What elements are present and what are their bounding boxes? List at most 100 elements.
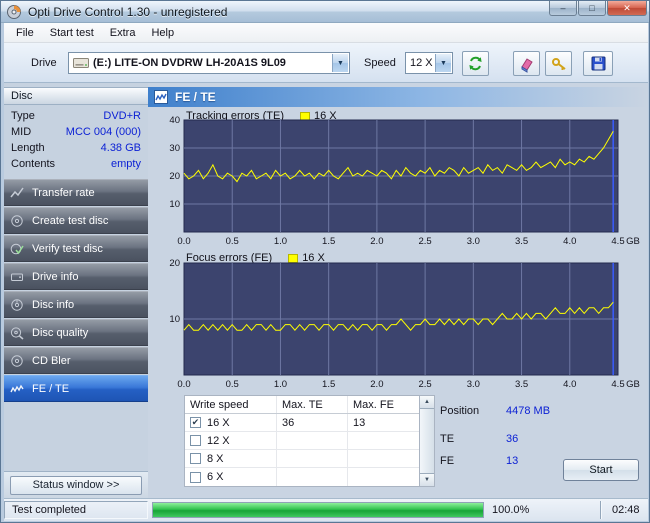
sidebar-item-disc-info[interactable]: Disc info — [4, 291, 148, 318]
svg-text:0.0: 0.0 — [177, 379, 190, 390]
speed-cell: 8 X — [207, 452, 224, 465]
refresh-button[interactable] — [462, 51, 489, 76]
erase-disc-button[interactable] — [513, 51, 540, 76]
drive-info-icon — [11, 273, 23, 281]
menu-item-start-test[interactable]: Start test — [42, 24, 102, 42]
sidebar-footer: Status window >> — [4, 471, 148, 498]
svg-text:1.0: 1.0 — [274, 236, 287, 247]
drive-icon — [73, 58, 89, 68]
titlebar[interactable]: Opti Drive Control 1.30 - unregistered –… — [1, 1, 649, 23]
table-scrollbar[interactable]: ▲ ▼ — [420, 395, 435, 487]
disc-field-value: 4.38 GB — [100, 142, 141, 154]
position-label: Position — [440, 405, 480, 417]
sidebar-item-label: Create test disc — [32, 214, 109, 227]
fe-te-icon — [10, 384, 24, 392]
save-icon — [591, 56, 605, 71]
start-button[interactable]: Start — [563, 459, 639, 481]
chevron-down-icon[interactable]: ▼ — [332, 54, 348, 72]
svg-text:0.0: 0.0 — [177, 236, 190, 247]
menubar: File Start test Extra Help — [4, 23, 648, 43]
svg-text:3.5: 3.5 — [515, 379, 528, 390]
status-window-button[interactable]: Status window >> — [10, 475, 142, 495]
close-button[interactable]: ✕ — [607, 1, 647, 16]
table-header-row: Write speed Max. TE Max. FE — [185, 396, 419, 414]
disc-field-label: Type — [11, 110, 35, 122]
minimize-button[interactable]: – — [549, 1, 577, 16]
sidebar-item-verify-test-disc[interactable]: Verify test disc — [4, 235, 148, 262]
register-button[interactable] — [545, 51, 572, 76]
disc-field-value: DVD+R — [103, 110, 141, 122]
chevron-down-icon[interactable]: ▼ — [435, 54, 451, 72]
menu-item-extra[interactable]: Extra — [102, 24, 144, 42]
checkbox-16x[interactable]: ✔ — [190, 417, 201, 428]
svg-text:1.0: 1.0 — [274, 379, 287, 390]
disc-field-value: MCC 004 (000) — [65, 126, 141, 138]
fe-label: FE — [440, 455, 455, 467]
disc-field-contents: Contents empty — [4, 156, 148, 172]
position-row: Position 4478 MB — [440, 405, 550, 417]
checkbox-8x[interactable] — [190, 453, 201, 464]
progress-percent: 100.0% — [492, 504, 530, 516]
disc-field-type: Type DVD+R — [4, 108, 148, 124]
checkbox-12x[interactable] — [190, 435, 201, 446]
sidebar-item-drive-info[interactable]: Drive info — [4, 263, 148, 290]
checkbox-6x[interactable] — [190, 471, 201, 483]
scroll-down-icon[interactable]: ▼ — [420, 473, 434, 486]
speed-select[interactable]: 12 X ▼ — [405, 52, 453, 74]
sidebar-item-cd-bler[interactable]: CD Bler — [4, 347, 148, 374]
max-fe-cell: 13 — [353, 416, 366, 429]
menu-item-file[interactable]: File — [8, 24, 42, 42]
speed-cell: 6 X — [207, 471, 224, 483]
sidebar-item-label: Transfer rate — [32, 186, 95, 199]
main-panel: FE / TE Tracking errors (TE) 16 X 10 20 30… — [148, 83, 648, 498]
scrollbar-thumb[interactable] — [420, 409, 434, 473]
svg-text:4.0: 4.0 — [563, 379, 576, 390]
window-title: Opti Drive Control 1.30 - unregistered — [28, 4, 228, 19]
svg-text:GB: GB — [626, 236, 640, 247]
disc-field-label: MID — [11, 126, 32, 138]
disc-field-label: Length — [11, 142, 45, 154]
sidebar-item-disc-quality[interactable]: Disc quality — [4, 319, 148, 346]
save-button[interactable] — [583, 51, 613, 76]
svg-text:1.5: 1.5 — [322, 236, 335, 247]
te-label: TE — [440, 433, 455, 445]
scroll-up-icon[interactable]: ▲ — [420, 396, 434, 409]
position-value: 4478 MB — [506, 405, 551, 417]
table-row[interactable]: 12 X — [185, 432, 419, 450]
elapsed-time: 02:48 — [612, 504, 640, 516]
key-icon — [551, 57, 566, 70]
speed-label: Speed — [364, 57, 396, 69]
max-fe-cell — [348, 432, 416, 449]
svg-text:1.5: 1.5 — [322, 379, 335, 390]
fe-value: 13 — [506, 455, 519, 467]
speed-cell: 12 X — [207, 434, 230, 447]
maximize-button[interactable]: □ — [578, 1, 606, 16]
max-fe-cell — [348, 468, 416, 486]
svg-text:2.5: 2.5 — [419, 379, 432, 390]
te-value: 36 — [506, 433, 519, 445]
table-row[interactable]: ✔ 16 X 36 13 — [185, 414, 419, 432]
tracking-errors-chart: 10 20 30 40 0.0 0.5 1.0 1.5 2.0 2.5 3.0 3.5 4.0 4.5 GB — [169, 115, 640, 247]
app-window: Opti Drive Control 1.30 - unregistered –… — [0, 0, 650, 523]
svg-text:40: 40 — [169, 115, 180, 126]
svg-text:20: 20 — [169, 171, 180, 182]
disc-info-icon — [11, 298, 23, 311]
max-te-cell — [277, 450, 348, 467]
fe-te-header: FE / TE — [148, 87, 648, 107]
fe-te-header-icon — [154, 90, 168, 104]
sidebar-item-create-test-disc[interactable]: Create test disc — [4, 207, 148, 234]
drive-select[interactable]: (E:) LITE-ON DVDRW LH-20A1S 9L09 ▼ — [68, 52, 350, 74]
drive-value: (E:) LITE-ON DVDRW LH-20A1S 9L09 — [93, 57, 286, 69]
table-row[interactable]: 8 X — [185, 450, 419, 468]
max-te-cell: 36 — [277, 414, 348, 431]
svg-text:4.5: 4.5 — [611, 379, 624, 390]
sidebar-item-fe-te[interactable]: FE / TE — [4, 375, 148, 402]
sidebar-item-label: Disc quality — [32, 326, 89, 339]
menu-item-help[interactable]: Help — [143, 24, 182, 42]
transfer-rate-icon — [10, 187, 24, 197]
sidebar-item-label: Drive info — [32, 270, 79, 283]
svg-text:GB: GB — [626, 379, 640, 390]
table-row[interactable]: 6 X — [185, 468, 419, 486]
svg-text:10: 10 — [169, 314, 180, 325]
sidebar-item-transfer-rate[interactable]: Transfer rate — [4, 179, 148, 206]
